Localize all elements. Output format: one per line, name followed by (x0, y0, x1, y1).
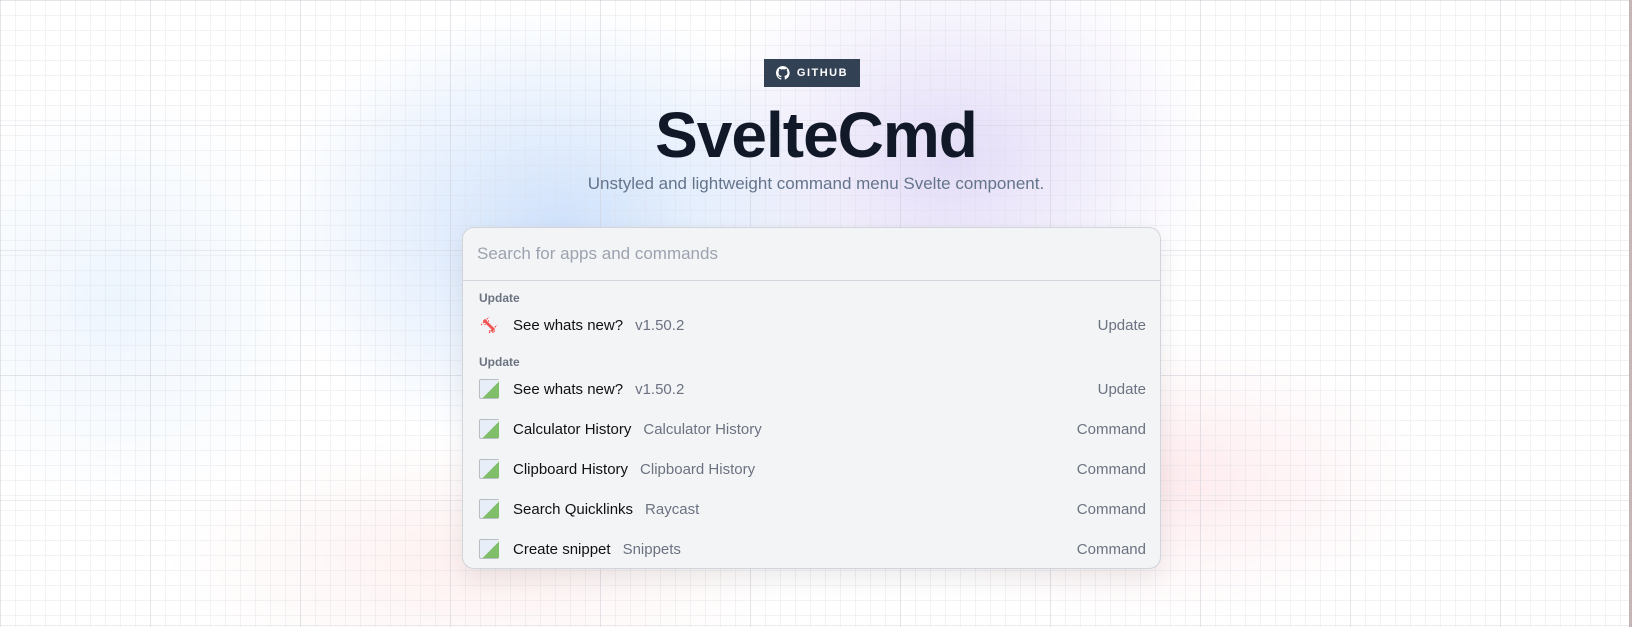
raycast-icon (478, 314, 500, 336)
list-item[interactable]: See whats new? v1.50.2 Update (463, 369, 1160, 409)
page-title: SvelteCmd (655, 99, 978, 171)
group-heading: Update (479, 355, 520, 369)
list-item[interactable]: Calculator History Calculator History Comm… (463, 409, 1160, 449)
item-subtitle: Calculator History (643, 420, 762, 438)
item-kind: Command (1076, 540, 1146, 558)
item-title: See whats new? (513, 380, 624, 398)
github-icon (775, 66, 790, 80)
broken-image-icon (478, 418, 500, 440)
item-title: Clipboard History (513, 460, 629, 478)
broken-image-icon (478, 498, 500, 520)
item-subtitle: Snippets (622, 540, 681, 558)
item-subtitle: Clipboard History (640, 460, 756, 478)
broken-image-icon (478, 458, 500, 480)
command-menu: Update See whats new? v1.50.2 Update Upd… (462, 227, 1161, 569)
item-kind: Command (1076, 500, 1146, 518)
item-title: Search Quicklinks (513, 500, 634, 518)
item-kind: Command (1076, 420, 1146, 438)
search-input[interactable] (477, 244, 1146, 264)
broken-image-icon (478, 538, 500, 560)
item-title: See whats new? (513, 316, 624, 334)
item-kind: Command (1076, 460, 1146, 478)
item-kind: Update (1097, 380, 1146, 398)
list-item[interactable]: Search Quicklinks Raycast Command (463, 489, 1160, 529)
list-item[interactable]: Create snippet Snippets Command (463, 529, 1160, 568)
list-item[interactable]: See whats new? v1.50.2 Update (463, 305, 1160, 345)
list-item[interactable]: Clipboard History Clipboard History Comman… (463, 449, 1160, 489)
item-title: Create snippet (513, 540, 611, 558)
item-subtitle: v1.50.2 (635, 380, 685, 398)
group-heading: Update (479, 291, 520, 305)
item-subtitle: Raycast (645, 500, 700, 518)
broken-image-icon (478, 378, 500, 400)
item-subtitle: v1.50.2 (635, 316, 685, 334)
group-1: Update See whats new? v1.50.2 Update Calcu… (463, 345, 1160, 568)
search-bar (463, 228, 1160, 281)
page-subtitle: Unstyled and lightweight command menu Sv… (587, 174, 1045, 193)
github-label: GITHUB (796, 67, 849, 79)
item-title: Calculator History (513, 420, 632, 438)
item-kind: Update (1097, 316, 1146, 334)
github-button[interactable]: GITHUB (764, 59, 860, 87)
group-0: Update See whats new? v1.50.2 Update (463, 281, 1160, 345)
